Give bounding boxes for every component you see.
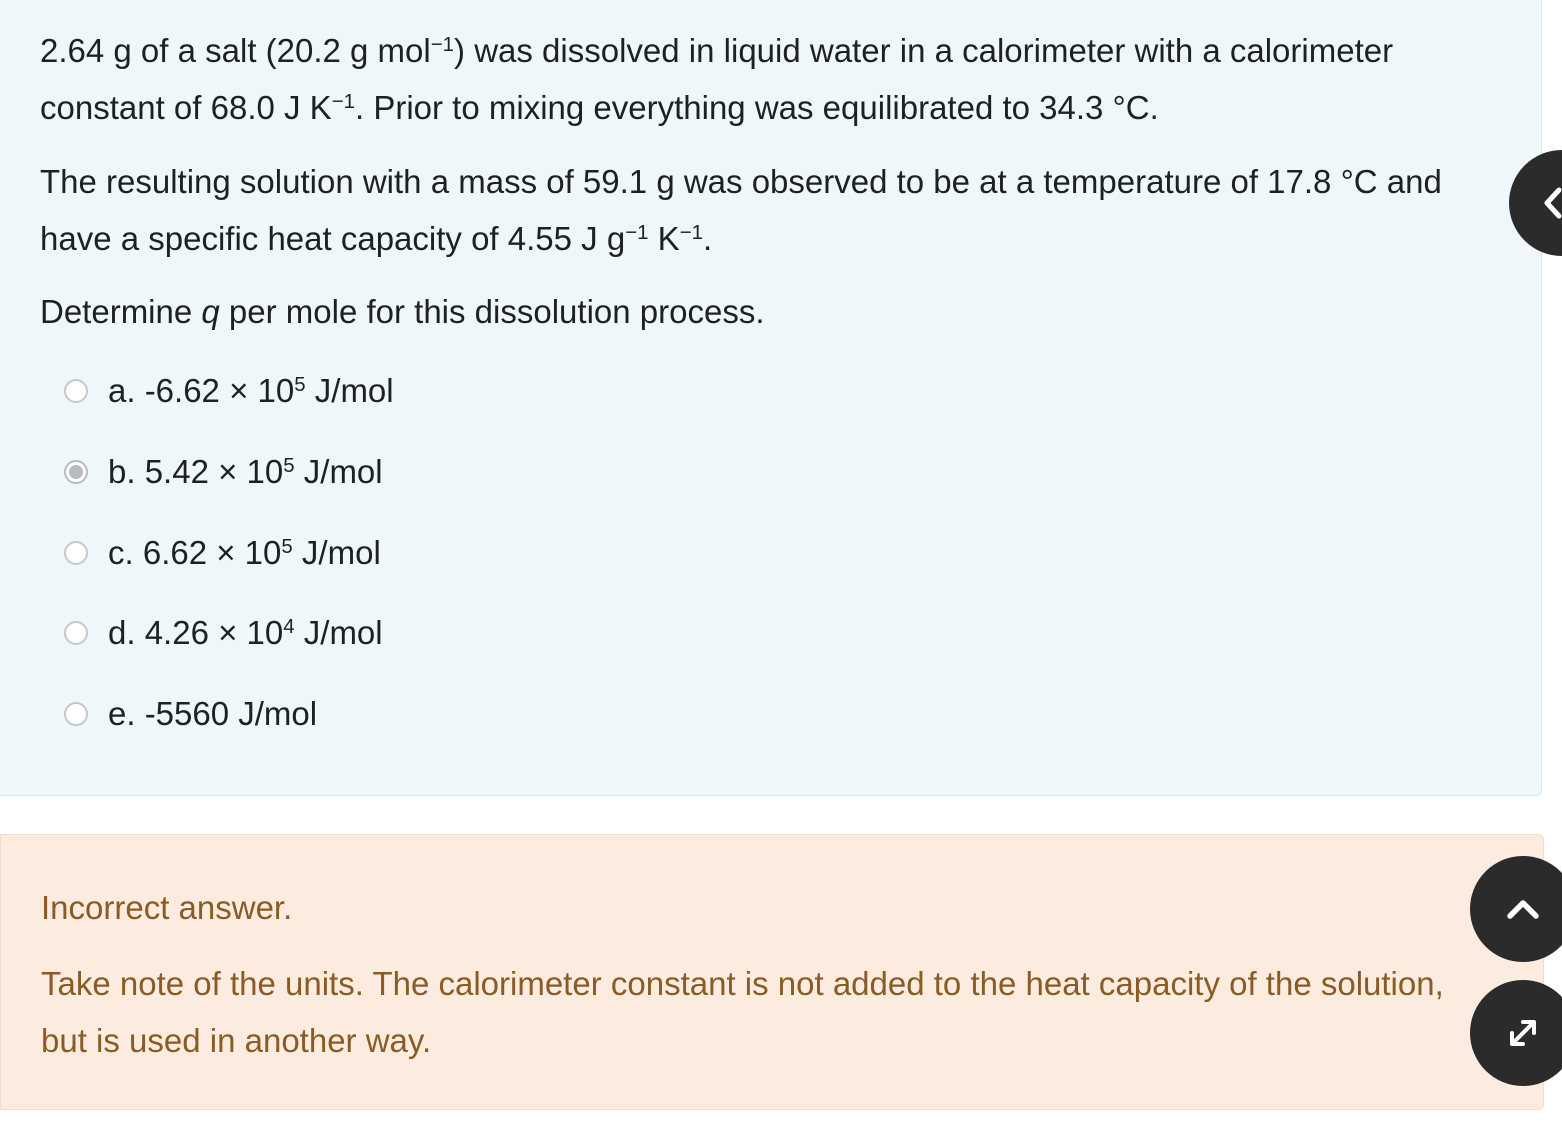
question-prompt: Determine q per mole for this dissolutio… [40,283,765,340]
superscript: −1 [430,32,455,56]
chevron-up-icon [1507,900,1539,919]
answer-exponent: 5 [281,534,293,558]
superscript: −1 [679,220,703,244]
radio-button[interactable] [64,702,88,726]
answer-label: a. -6.62 × 105 J/mol [108,372,394,410]
answer-exponent: 5 [283,453,295,477]
question-text-segment: . [703,220,713,257]
feedback-text: Take note of the units. The calorimeter … [41,965,1444,1059]
chevron-left-icon [1544,187,1562,219]
radio-button[interactable] [64,379,88,403]
answer-label: e. -5560 J/mol [108,695,317,733]
question-text-segment: . Prior to mixing everything was equilib… [355,89,1159,126]
answer-label-text: a. -6.62 × 10 [108,372,295,409]
feedback-title: Incorrect answer. [41,889,293,926]
answer-label: c. 6.62 × 105 J/mol [108,534,381,572]
expand-arrows-icon [1510,1020,1536,1046]
feedback-card: Incorrect answer. Take note of the units… [0,834,1544,1110]
answer-unit: J/mol [294,453,383,490]
answer-label-text: e. -5560 J/mol [108,695,318,732]
answer-option-e[interactable]: e. -5560 J/mol [64,689,317,739]
question-paragraph-1: 2.64 g of a salt (20.2 g mol−1) was diss… [40,22,1490,136]
answer-option-a[interactable]: a. -6.62 × 105 J/mol [64,366,394,416]
answer-option-d[interactable]: d. 4.26 × 104 J/mol [64,608,383,658]
question-card: 2.64 g of a salt (20.2 g mol−1) was diss… [0,0,1542,796]
answer-option-b[interactable]: b. 5.42 × 105 J/mol [64,447,383,497]
answer-label: d. 4.26 × 104 J/mol [108,614,383,652]
answer-unit: J/mol [294,614,383,651]
radio-button-selected[interactable] [64,460,88,484]
answer-exponent: 4 [283,614,295,638]
question-text-segment: K [648,220,680,257]
radio-button[interactable] [64,541,88,565]
answer-label: b. 5.42 × 105 J/mol [108,453,383,491]
answer-exponent: 5 [294,372,306,396]
question-text-segment: 2.64 g of a salt (20.2 g mol [40,32,431,69]
answer-label-text: c. 6.62 × 10 [108,534,282,571]
answer-label-text: b. 5.42 × 10 [108,453,284,490]
superscript: −1 [331,89,355,113]
radio-button[interactable] [64,621,88,645]
answer-option-c[interactable]: c. 6.62 × 105 J/mol [64,528,381,578]
question-text-segment: Determine [40,293,202,330]
answer-label-text: d. 4.26 × 10 [108,614,284,651]
question-text-segment: per mole for this dissolution process. [219,293,765,330]
superscript: −1 [625,220,649,244]
variable-q: q [201,293,220,330]
question-paragraph-2: The resulting solution with a mass of 59… [40,153,1490,267]
answer-unit: J/mol [305,372,394,409]
question-text-segment: The resulting solution with a mass of 59… [40,163,1442,257]
answer-unit: J/mol [292,534,381,571]
